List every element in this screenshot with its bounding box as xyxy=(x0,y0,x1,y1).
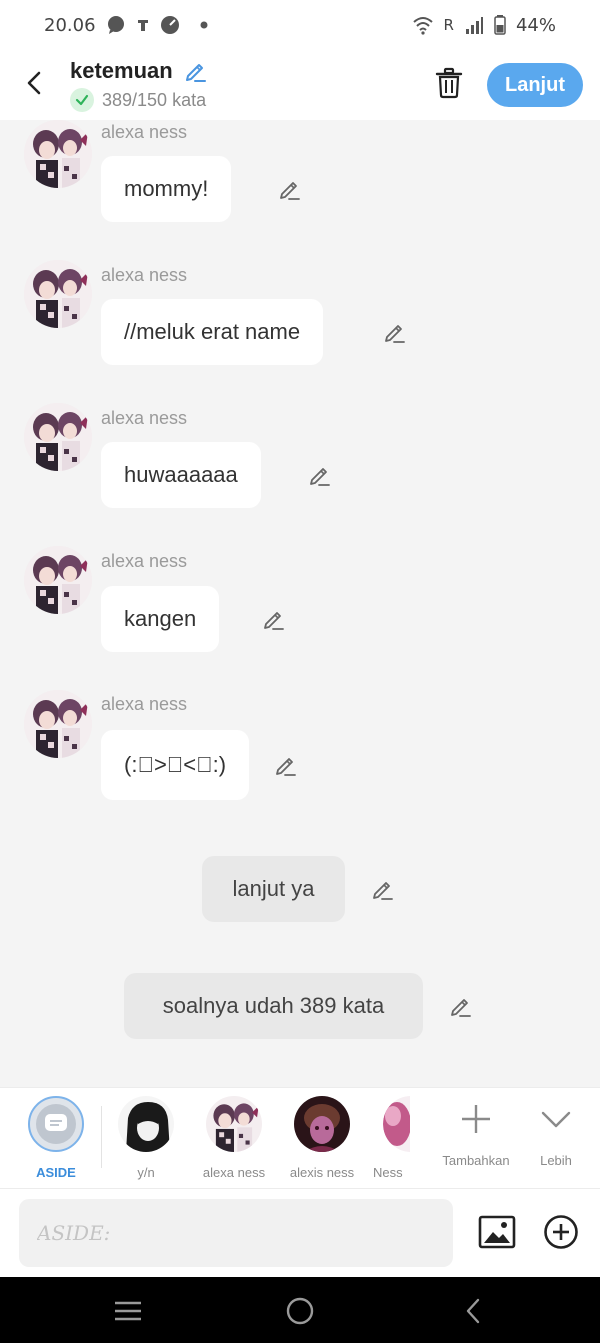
title-area: ketemuan 389/150 kata xyxy=(70,58,209,112)
sender-name: alexa ness xyxy=(101,551,188,571)
edit-icon[interactable] xyxy=(382,319,408,345)
character-name: y/n xyxy=(137,1165,155,1180)
signal-icon xyxy=(465,17,483,34)
more-label: Lebih xyxy=(540,1153,572,1168)
edit-icon[interactable] xyxy=(307,462,333,488)
character-aside[interactable]: ASIDE xyxy=(13,1096,99,1180)
add-character-button[interactable]: Tambahkan xyxy=(436,1102,516,1168)
edit-title-icon[interactable] xyxy=(183,58,209,84)
character-bar: ASIDE y/n alexa ness alexis ness Ness Ta… xyxy=(0,1087,600,1189)
nav-back-icon[interactable] xyxy=(458,1295,490,1327)
message-icon xyxy=(45,1114,67,1131)
avatar[interactable] xyxy=(24,690,92,758)
chevron-down-icon xyxy=(541,1111,571,1128)
avatar xyxy=(383,1096,410,1152)
network-type: R xyxy=(443,16,454,34)
next-button[interactable]: Lanjut xyxy=(487,63,583,107)
message-bubble[interactable]: mommy! xyxy=(101,156,232,222)
edit-icon[interactable] xyxy=(370,876,396,902)
divider xyxy=(101,1106,102,1168)
sender-name: alexa ness xyxy=(101,265,188,285)
add-circle-icon[interactable] xyxy=(543,1214,579,1250)
character-name: ASIDE xyxy=(36,1165,76,1180)
narration-bubble[interactable]: soalnya udah 389 kata xyxy=(124,973,423,1039)
message-bubble[interactable]: (:ﾟ>︿<ﾟ:) xyxy=(101,730,250,800)
character-ness[interactable]: Ness xyxy=(348,1096,410,1180)
avatar[interactable] xyxy=(24,546,92,614)
dot-icon xyxy=(200,21,208,29)
character-yn[interactable]: y/n xyxy=(103,1096,189,1180)
more-button[interactable]: Lebih xyxy=(526,1102,586,1168)
word-count: 389/150 kata xyxy=(102,89,207,110)
sender-name: alexa ness xyxy=(101,408,188,428)
check-icon xyxy=(70,88,94,112)
message-bubble[interactable]: huwaaaaaa xyxy=(101,442,261,508)
sender-name: alexa ness xyxy=(101,694,188,714)
aside-avatar xyxy=(28,1096,84,1152)
back-icon[interactable] xyxy=(20,68,50,98)
character-name: Ness xyxy=(373,1165,403,1180)
input-row xyxy=(0,1189,600,1277)
character-alexa[interactable]: alexa ness xyxy=(191,1096,277,1180)
edit-icon[interactable] xyxy=(277,176,303,202)
menu-icon[interactable] xyxy=(112,1295,144,1327)
sender-name: alexa ness xyxy=(101,122,188,142)
avatar xyxy=(118,1096,174,1152)
edit-icon[interactable] xyxy=(273,752,299,778)
narration-bubble[interactable]: lanjut ya xyxy=(202,856,345,922)
trash-icon[interactable] xyxy=(432,66,466,100)
wifi-icon xyxy=(412,17,433,35)
message-bubble[interactable]: //meluk erat name xyxy=(101,299,324,365)
story-title[interactable]: ketemuan xyxy=(70,58,173,84)
avatar[interactable] xyxy=(24,403,92,471)
system-nav-bar xyxy=(0,1277,600,1343)
battery-level: 44% xyxy=(515,14,556,36)
edit-icon[interactable] xyxy=(448,993,474,1019)
notification-icon xyxy=(137,20,148,31)
avatar[interactable] xyxy=(24,120,92,188)
add-label: Tambahkan xyxy=(442,1153,510,1168)
avatar xyxy=(206,1096,262,1152)
home-icon[interactable] xyxy=(284,1295,316,1327)
story-header: ketemuan 389/150 kata Lanjut xyxy=(0,50,600,120)
image-icon[interactable] xyxy=(478,1213,516,1251)
status-bar: 20.06 R 44% xyxy=(0,0,600,50)
character-name: alexa ness xyxy=(202,1165,266,1180)
edit-icon[interactable] xyxy=(261,606,287,632)
message-icon xyxy=(107,16,124,34)
status-time: 20.06 xyxy=(44,14,96,36)
plus-icon xyxy=(462,1105,490,1133)
speed-icon xyxy=(160,16,179,34)
battery-icon xyxy=(494,15,506,35)
avatar xyxy=(294,1096,350,1152)
avatar[interactable] xyxy=(24,260,92,328)
aside-input[interactable] xyxy=(19,1199,453,1267)
message-bubble[interactable]: kangen xyxy=(101,586,220,652)
